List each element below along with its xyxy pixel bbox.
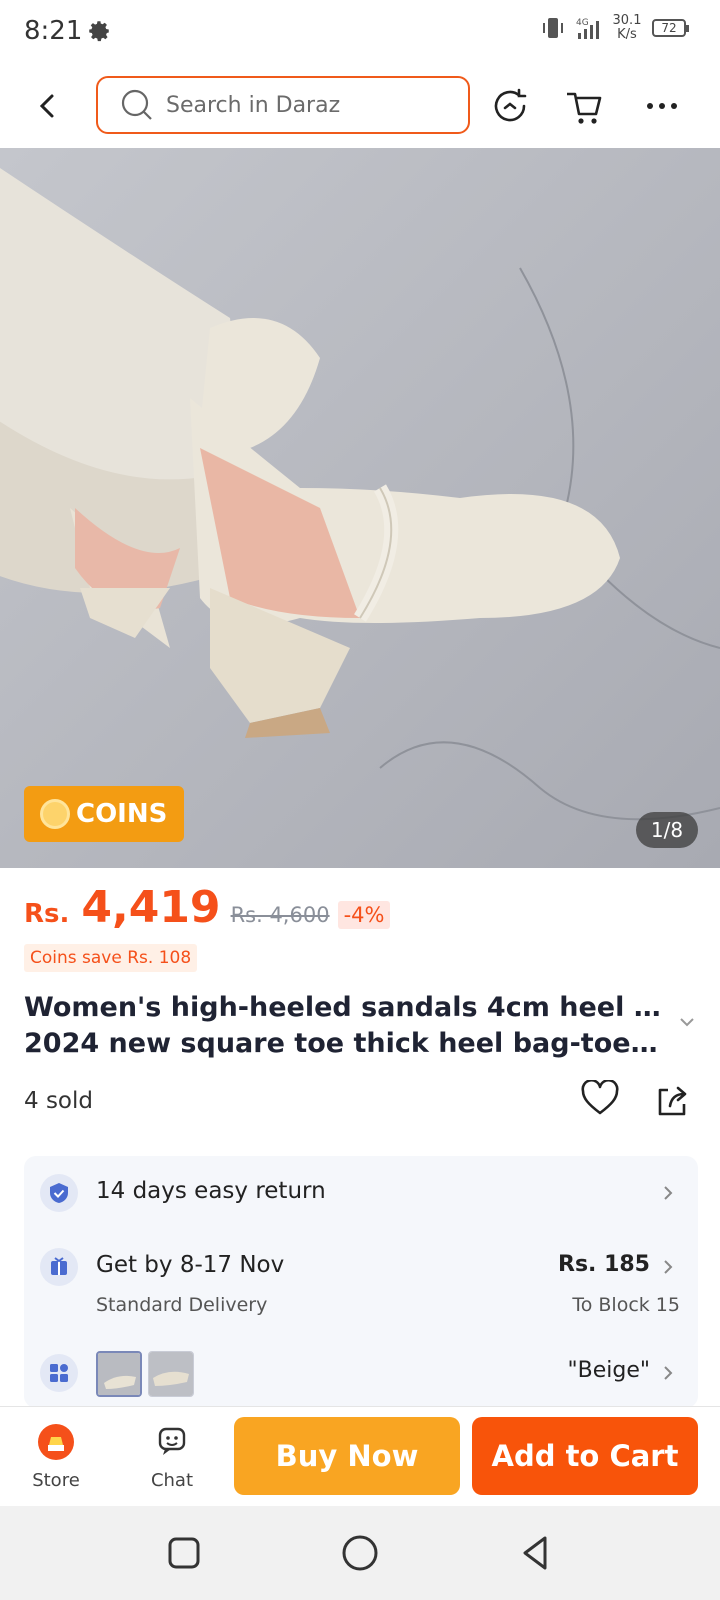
recents-icon[interactable] [161, 1530, 207, 1576]
store-button[interactable]: Store [16, 1423, 96, 1491]
coin-icon [40, 799, 70, 829]
back-nav-icon[interactable] [513, 1530, 559, 1576]
status-indicators: 4G 30.1 K/s 72 [540, 13, 689, 42]
discount-badge: -4% [337, 901, 391, 929]
chevron-right-icon[interactable] [662, 1184, 674, 1202]
selected-variant[interactable]: "Beige" [568, 1358, 650, 1383]
signal-icon: 4G [576, 18, 599, 39]
status-bar: 8:21 4G 30.1 K/s 72 [0, 0, 720, 64]
store-label: Store [32, 1470, 80, 1491]
product-photo [0, 148, 720, 868]
delivery-estimate[interactable]: Get by 8-17 Nov [96, 1252, 284, 1278]
original-price: Rs. 4,600 [230, 903, 330, 927]
vibrate-icon [543, 18, 563, 38]
net-speed: 30.1 K/s [612, 13, 642, 42]
variant-thumbnail[interactable] [148, 1351, 194, 1397]
chevron-right-icon[interactable] [662, 1258, 674, 1276]
chat-label: Chat [150, 1470, 194, 1491]
chat-button[interactable]: Chat [132, 1423, 212, 1491]
chevron-down-icon[interactable] [678, 1016, 696, 1028]
search-icon [121, 89, 152, 120]
add-to-cart-button[interactable]: Add to Cart [472, 1417, 698, 1495]
price-currency: Rs. [24, 899, 70, 929]
delivery-box-icon [40, 1248, 78, 1286]
title-line-2: 2024 new square toe thick heel bag-toe w… [24, 1028, 664, 1059]
delivery-fee: Rs. 185 [558, 1252, 650, 1277]
store-icon [38, 1424, 74, 1460]
search-placeholder: Search in Daraz [166, 92, 341, 118]
variant-grid-icon [40, 1354, 78, 1392]
product-title[interactable]: Women's high-heeled sandals 4cm heel hei… [24, 990, 664, 1062]
price-row: Rs. 4,419 Rs. 4,600 -4% [24, 882, 391, 938]
search-input[interactable]: Search in Daraz [96, 76, 470, 134]
back-arrow-icon[interactable] [32, 88, 64, 124]
coins-label: COINS [76, 799, 168, 829]
buy-now-button[interactable]: Buy Now [234, 1417, 460, 1495]
delivery-type: Standard Delivery [96, 1294, 268, 1316]
share-icon[interactable] [654, 1082, 690, 1118]
title-line-1: Women's high-heeled sandals 4cm heel hei… [24, 992, 664, 1023]
delivery-location: To Block 15 [572, 1294, 680, 1316]
clock: 8:21 [24, 16, 83, 46]
shield-check-icon [40, 1174, 78, 1212]
top-bar: Search in Daraz [0, 64, 720, 148]
chat-icon [158, 1427, 186, 1455]
return-policy[interactable]: 14 days easy return [96, 1178, 326, 1204]
bottom-action-bar: Store Chat Buy Now Add to Cart [0, 1406, 720, 1506]
gear-icon [89, 21, 109, 42]
heart-icon[interactable] [580, 1080, 620, 1116]
image-pager: 1/8 [636, 812, 698, 848]
price-amount: 4,419 [81, 882, 221, 933]
more-icon[interactable] [640, 84, 684, 128]
coins-save-badge: Coins save Rs. 108 [24, 944, 198, 972]
battery-icon: 72 [652, 19, 689, 37]
sold-count: 4 sold [24, 1088, 93, 1114]
system-nav-bar [0, 1506, 720, 1600]
history-icon[interactable] [488, 84, 532, 128]
cart-icon[interactable] [562, 84, 606, 128]
product-image[interactable]: COINS 1/8 [0, 148, 720, 868]
variant-thumbnail[interactable] [96, 1351, 142, 1397]
chevron-right-icon[interactable] [662, 1364, 674, 1382]
coins-badge[interactable]: COINS [24, 786, 184, 842]
home-icon[interactable] [337, 1530, 383, 1576]
svg-text:4G: 4G [576, 18, 589, 28]
